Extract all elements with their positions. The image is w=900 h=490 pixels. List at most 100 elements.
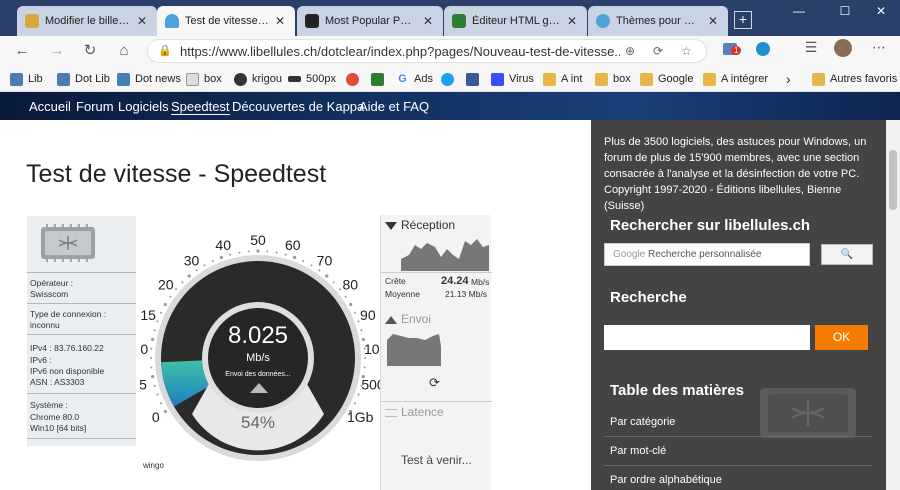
bookmark-folder[interactable]: box [595, 71, 631, 87]
site-intro: Plus de 3500 logiciels, des astuces pour… [604, 136, 867, 212]
gauge-dot [310, 264, 313, 267]
scrollbar-thumb[interactable] [889, 150, 897, 210]
profile-avatar[interactable] [832, 39, 854, 58]
gauge-dot [153, 329, 156, 332]
reception-heading: Réception [385, 218, 455, 232]
minimize-button[interactable]: — [776, 0, 822, 24]
gauge-dot [195, 269, 198, 272]
connection-value: inconnu [30, 320, 60, 330]
other-favorites-folder[interactable]: Autres favoris [812, 71, 897, 87]
forward-button[interactable]: → [45, 40, 69, 62]
refresh-page-icon[interactable]: ⟳ [653, 44, 663, 58]
nav-forum[interactable]: Forum [76, 99, 114, 114]
progress-label: 54% [240, 413, 276, 432]
bookmarks-overflow-button[interactable]: › [786, 71, 791, 87]
bookmark-item[interactable]: Dot news [117, 71, 181, 87]
search-input[interactable] [604, 325, 810, 350]
target-icon[interactable]: ⊕ [625, 44, 635, 58]
gauge-tick-label: 60 [285, 237, 301, 253]
nav-aide-faq[interactable]: Aide et FAQ [359, 99, 429, 114]
menu-icon[interactable]: ⋯ [868, 39, 890, 56]
gauge-dot [150, 366, 153, 369]
chip-icon [41, 224, 95, 262]
nav-decouvertes[interactable]: Découvertes de Kappa [232, 99, 364, 114]
ipv6-label: IPv6 : [30, 355, 52, 365]
tab-favicon-500px [305, 14, 319, 28]
bookmark-item[interactable] [441, 71, 459, 87]
folder-icon [703, 72, 716, 86]
bookmark-item[interactable]: Lib [10, 71, 43, 87]
bookmark-item[interactable]: Dot Lib [57, 71, 110, 87]
divider [381, 272, 492, 273]
caret-down-icon [385, 221, 397, 230]
folder-icon [640, 72, 653, 86]
back-button[interactable]: ← [10, 40, 34, 62]
ok-button[interactable]: OK [815, 325, 868, 350]
bookmark-item[interactable] [346, 71, 364, 87]
new-tab-button[interactable]: + [734, 11, 752, 29]
close-icon[interactable]: ✕ [421, 14, 435, 28]
site-navigation: Accueil Forum Logiciels Speedtest Découv… [0, 92, 900, 120]
home-button[interactable]: ⌂ [112, 40, 136, 62]
bookmark-icon-virustotal [491, 72, 504, 86]
tab-1[interactable]: Test de vitesse - Speedt ✕ [157, 6, 295, 36]
bookmark-icon-twitter [441, 72, 454, 86]
search2-heading: Recherche [610, 289, 687, 306]
close-icon[interactable]: ✕ [273, 14, 287, 28]
extension-icon[interactable]: 1 [719, 40, 742, 56]
url-text[interactable]: https://www.libellules.ch/dotclear/index… [180, 44, 620, 59]
address-bar[interactable]: 🔒 https://www.libellules.ch/dotclear/ind… [147, 39, 707, 63]
asn-value: ASN : AS3303 [30, 377, 85, 387]
connection-label: Type de connexion : [30, 309, 107, 319]
window-close-button[interactable]: ✕ [858, 0, 900, 24]
toc-link-category[interactable]: Par catégorie [610, 416, 675, 428]
bookmark-item[interactable]: Virus [491, 71, 534, 87]
search-placeholder: Recherche personnalisée [648, 249, 762, 260]
star-icon[interactable]: ☆ [681, 44, 692, 58]
tab-title: Modifier le billet - Bille [45, 15, 131, 27]
tab-2[interactable]: Most Popular Photos / ✕ [297, 6, 443, 36]
close-icon[interactable]: ✕ [565, 14, 579, 28]
bookmark-item[interactable]: box [186, 71, 222, 87]
bookmark-item[interactable] [371, 71, 389, 87]
lock-icon[interactable]: 🔒 [158, 44, 172, 57]
bookmark-item[interactable] [466, 71, 484, 87]
main-content: Test de vitesse - Speedtest Opérateur : … [0, 120, 591, 490]
nav-accueil[interactable]: Accueil [29, 99, 71, 114]
gauge-dot [151, 374, 155, 379]
bookmark-item[interactable]: krigou [234, 71, 282, 87]
tab-4[interactable]: Thèmes pour Chrome ✕ [588, 6, 728, 36]
edge-icon[interactable] [752, 40, 774, 57]
refresh-icon[interactable]: ⟳ [429, 375, 440, 391]
status-text: Envoi des données... [225, 371, 291, 378]
close-icon[interactable]: ✕ [706, 14, 720, 28]
gauge-tick-label: 90 [360, 307, 376, 323]
collections-icon[interactable]: ☰ [800, 39, 822, 56]
bookmark-folder[interactable]: A int [543, 71, 582, 87]
gauge-dot [266, 250, 269, 253]
nav-speedtest[interactable]: Speedtest [171, 99, 230, 115]
custom-search-input[interactable]: Google Recherche personnalisée [604, 243, 810, 266]
bookmark-item[interactable]: G Ads [396, 71, 433, 87]
gauge-dot [360, 329, 363, 332]
connection-info-panel: Opérateur : Swisscom Type de connexion :… [27, 216, 136, 446]
bookmark-folder[interactable]: A intégrer [703, 71, 768, 87]
bookmark-folder[interactable]: Google [640, 71, 693, 87]
toc-link-alphabetical[interactable]: Par ordre alphabétique [610, 474, 722, 486]
tab-title: Thèmes pour Chrome [616, 15, 702, 27]
nav-logiciels[interactable]: Logiciels [118, 99, 169, 114]
toc-link-keyword[interactable]: Par mot-clé [610, 445, 666, 457]
gauge-dot [187, 274, 191, 278]
gauge-tick-label: 500 [361, 376, 380, 392]
tab-0[interactable]: Modifier le billet - Bille ✕ [17, 6, 157, 36]
tab-favicon-html [452, 14, 466, 28]
bookmark-item[interactable]: 500px [288, 71, 336, 87]
gauge-dot [169, 295, 172, 298]
tab-3[interactable]: Éditeur HTML gratuit e ✕ [444, 6, 587, 36]
folder-icon [543, 72, 556, 86]
close-icon[interactable]: ✕ [135, 14, 149, 28]
reload-button[interactable]: ↻ [78, 40, 102, 62]
os-value: Win10 [64 bits] [30, 423, 87, 433]
google-label: Google [613, 249, 646, 260]
search-button[interactable]: 🔍 [821, 244, 873, 265]
